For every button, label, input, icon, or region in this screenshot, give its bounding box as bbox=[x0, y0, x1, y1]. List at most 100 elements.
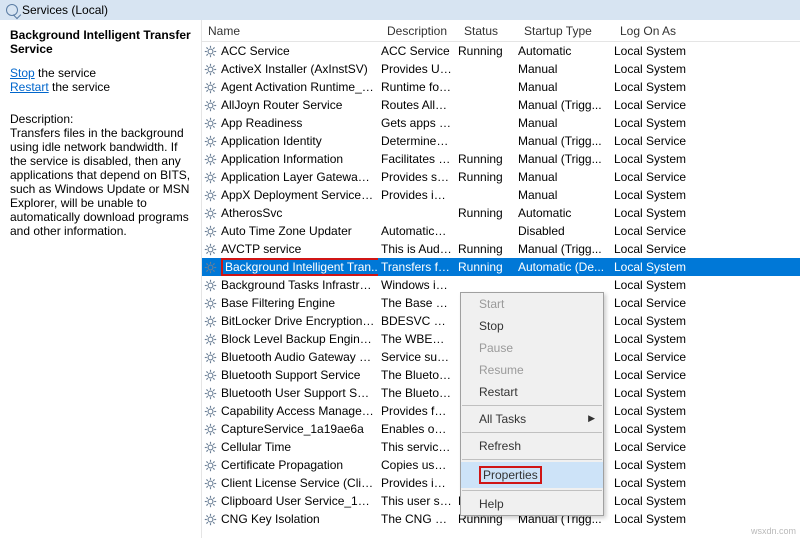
table-row[interactable]: Application InformationFacilitates th...… bbox=[202, 150, 800, 168]
menu-separator bbox=[462, 405, 602, 406]
column-headers[interactable]: Name Description Status Startup Type Log… bbox=[202, 20, 800, 42]
gear-icon bbox=[202, 441, 218, 454]
service-name[interactable]: AllJoyn Router Service bbox=[218, 98, 378, 112]
table-row[interactable]: AppX Deployment Service (A...Provides in… bbox=[202, 186, 800, 204]
gear-icon bbox=[202, 477, 218, 490]
service-logon: Local Service bbox=[611, 170, 711, 184]
table-row[interactable]: Application Layer Gateway S...Provides s… bbox=[202, 168, 800, 186]
service-startup: Manual bbox=[515, 62, 611, 76]
service-logon: Local System bbox=[611, 260, 711, 274]
service-name[interactable]: Background Intelligent Tran... bbox=[218, 258, 378, 276]
service-name[interactable]: ACC Service bbox=[218, 44, 378, 58]
service-description: The CNG ke... bbox=[378, 512, 455, 526]
service-name[interactable]: Bluetooth User Support Serv... bbox=[218, 386, 378, 400]
table-row[interactable]: AtherosSvcRunningAutomaticLocal System bbox=[202, 204, 800, 222]
service-description: Provides sup... bbox=[378, 170, 455, 184]
service-logon: Local System bbox=[611, 332, 711, 346]
service-status: Running bbox=[455, 44, 515, 58]
table-row[interactable]: Application IdentityDetermines ...Manual… bbox=[202, 132, 800, 150]
col-name[interactable]: Name bbox=[202, 21, 381, 41]
gear-icon bbox=[202, 117, 218, 130]
service-status: Running bbox=[455, 242, 515, 256]
service-name[interactable]: AppX Deployment Service (A... bbox=[218, 188, 378, 202]
service-name[interactable]: Background Tasks Infrastruc... bbox=[218, 278, 378, 292]
service-name[interactable]: Bluetooth Audio Gateway Se... bbox=[218, 350, 378, 364]
col-status[interactable]: Status bbox=[458, 21, 518, 41]
service-startup: Manual bbox=[515, 80, 611, 94]
service-name[interactable]: Capability Access Manager S... bbox=[218, 404, 378, 418]
gear-icon bbox=[202, 369, 218, 382]
service-status: Running bbox=[455, 260, 515, 274]
service-logon: Local System bbox=[611, 152, 711, 166]
service-startup: Manual bbox=[515, 188, 611, 202]
menu-properties[interactable]: Properties bbox=[461, 462, 603, 488]
service-description: The Bluetoo... bbox=[378, 368, 455, 382]
col-logon-as[interactable]: Log On As bbox=[614, 21, 714, 41]
menu-separator bbox=[462, 490, 602, 491]
service-name[interactable]: AVCTP service bbox=[218, 242, 378, 256]
col-description[interactable]: Description bbox=[381, 21, 458, 41]
service-name[interactable]: Certificate Propagation bbox=[218, 458, 378, 472]
service-description: Provides faci... bbox=[378, 404, 455, 418]
table-row[interactable]: Agent Activation Runtime_1...Runtime for… bbox=[202, 78, 800, 96]
gear-icon bbox=[202, 279, 218, 292]
service-startup: Manual bbox=[515, 116, 611, 130]
description-label: Description: bbox=[10, 112, 191, 126]
service-logon: Local Service bbox=[611, 296, 711, 310]
service-description: The Base Filt... bbox=[378, 296, 455, 310]
service-name[interactable]: CaptureService_1a19ae6a bbox=[218, 422, 378, 436]
service-name[interactable]: Block Level Backup Engine S... bbox=[218, 332, 378, 346]
menu-all-tasks[interactable]: All Tasks▶ bbox=[461, 408, 603, 430]
table-row[interactable]: ACC ServiceACC ServiceRunningAutomaticLo… bbox=[202, 42, 800, 60]
service-name[interactable]: Cellular Time bbox=[218, 440, 378, 454]
service-name[interactable]: App Readiness bbox=[218, 116, 378, 130]
table-row[interactable]: ActiveX Installer (AxInstSV)Provides Use… bbox=[202, 60, 800, 78]
service-logon: Local System bbox=[611, 62, 711, 76]
service-startup: Automatic bbox=[515, 206, 611, 220]
service-startup: Manual bbox=[515, 170, 611, 184]
gear-icon bbox=[202, 513, 218, 526]
menu-separator bbox=[462, 459, 602, 460]
service-name[interactable]: AtherosSvc bbox=[218, 206, 378, 220]
menu-restart[interactable]: Restart bbox=[461, 381, 603, 403]
service-name[interactable]: Bluetooth Support Service bbox=[218, 368, 378, 382]
service-name[interactable]: Base Filtering Engine bbox=[218, 296, 378, 310]
service-name[interactable]: Auto Time Zone Updater bbox=[218, 224, 378, 238]
menu-help[interactable]: Help bbox=[461, 493, 603, 515]
service-logon: Local System bbox=[611, 494, 711, 508]
menu-stop[interactable]: Stop bbox=[461, 315, 603, 337]
gear-icon bbox=[202, 207, 218, 220]
service-name[interactable]: Application Identity bbox=[218, 134, 378, 148]
table-row[interactable]: AllJoyn Router ServiceRoutes AllJo...Man… bbox=[202, 96, 800, 114]
service-name[interactable]: ActiveX Installer (AxInstSV) bbox=[218, 62, 378, 76]
service-name[interactable]: Client License Service (ClipSV... bbox=[218, 476, 378, 490]
table-row[interactable]: App ReadinessGets apps re... ManualLocal … bbox=[202, 114, 800, 132]
service-name[interactable]: Agent Activation Runtime_1... bbox=[218, 80, 378, 94]
service-logon: Local System bbox=[611, 116, 711, 130]
gear-icon bbox=[202, 153, 218, 166]
service-description: This is Audio... bbox=[378, 242, 455, 256]
service-name[interactable]: Clipboard User Service_1a19... bbox=[218, 494, 378, 508]
col-startup-type[interactable]: Startup Type bbox=[518, 21, 614, 41]
service-name[interactable]: CNG Key Isolation bbox=[218, 512, 378, 526]
service-status: Running bbox=[455, 170, 515, 184]
restart-service-link[interactable]: Restart bbox=[10, 80, 49, 94]
service-description: Gets apps re... bbox=[378, 116, 455, 130]
table-row[interactable]: AVCTP serviceThis is Audio...RunningManu… bbox=[202, 240, 800, 258]
header-title: Services (Local) bbox=[22, 3, 108, 17]
service-logon: Local System bbox=[611, 422, 711, 436]
gear-icon bbox=[202, 387, 218, 400]
gear-icon bbox=[202, 171, 218, 184]
service-name[interactable]: Application Information bbox=[218, 152, 378, 166]
gear-icon bbox=[202, 225, 218, 238]
gear-icon bbox=[202, 243, 218, 256]
refresh-icon bbox=[6, 4, 18, 16]
stop-service-link[interactable]: Stop bbox=[10, 66, 35, 80]
table-row[interactable]: Background Intelligent Tran...Transfers … bbox=[202, 258, 800, 276]
service-name[interactable]: BitLocker Drive Encryption S... bbox=[218, 314, 378, 328]
table-row[interactable]: Auto Time Zone UpdaterAutomaticall...Dis… bbox=[202, 222, 800, 240]
service-name[interactable]: Application Layer Gateway S... bbox=[218, 170, 378, 184]
services-list-panel: Name Description Status Startup Type Log… bbox=[202, 20, 800, 538]
service-logon: Local System bbox=[611, 476, 711, 490]
menu-refresh[interactable]: Refresh bbox=[461, 435, 603, 457]
